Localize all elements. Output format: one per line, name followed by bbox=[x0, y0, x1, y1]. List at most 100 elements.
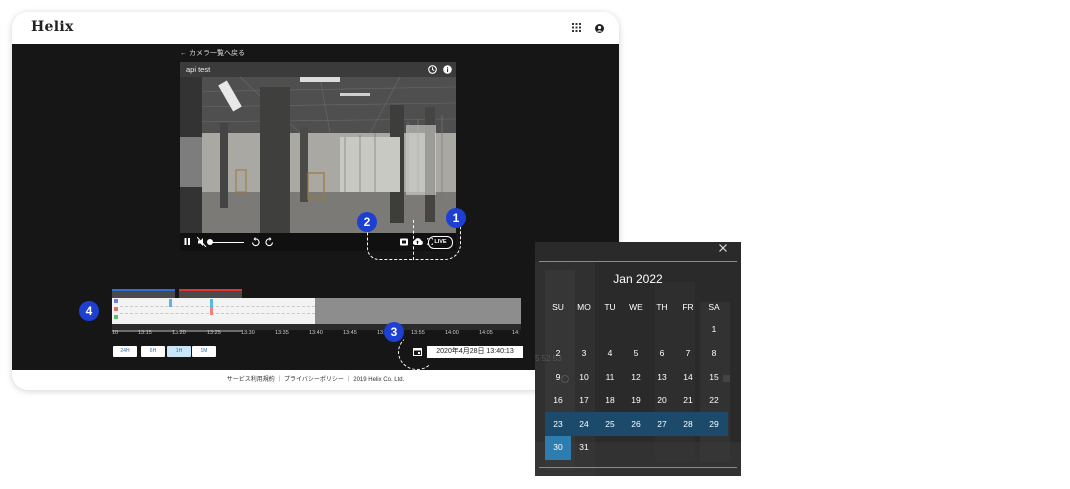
clock-icon[interactable] bbox=[428, 65, 437, 74]
calendar-day[interactable]: 30 bbox=[545, 442, 571, 452]
calendar-day[interactable]: 15 bbox=[701, 372, 727, 382]
info-icon[interactable] bbox=[443, 65, 452, 74]
annotation-badge-3: 3 bbox=[384, 322, 404, 342]
calendar-day[interactable]: 2 bbox=[545, 348, 571, 358]
calendar-day[interactable]: 20 bbox=[649, 395, 675, 405]
timeline-tick-label: 13:30 bbox=[241, 330, 255, 336]
calendar-day[interactable]: 5 bbox=[623, 348, 649, 358]
timeline-tick-label: 14:05 bbox=[479, 330, 493, 336]
timeline-tick-label: 13:45 bbox=[343, 330, 357, 336]
weekday-label: WE bbox=[629, 302, 643, 312]
weekday-label: FR bbox=[682, 302, 694, 312]
calendar-week-row: 30 31 bbox=[545, 442, 739, 462]
volume-slider[interactable] bbox=[208, 242, 244, 243]
grid-icon[interactable] bbox=[572, 23, 581, 32]
timeline-tick-label: 14: bbox=[512, 330, 520, 336]
back-to-camera-list-link[interactable]: ← カメラ一覧へ戻る bbox=[180, 48, 245, 58]
calendar-week-row: 16 17 18 19 20 21 22 bbox=[545, 395, 739, 415]
calendar-day[interactable]: 21 bbox=[675, 395, 701, 405]
calendar-day[interactable]: 19 bbox=[623, 395, 649, 405]
calendar-week-row: 1 bbox=[545, 324, 739, 344]
main-stage: ← カメラ一覧へ戻る api test LIVE 10 13:15 13:20 … bbox=[12, 44, 619, 370]
calendar-day[interactable]: 25 bbox=[597, 419, 623, 429]
account-icon[interactable] bbox=[595, 24, 604, 33]
helix-logo: Helix bbox=[31, 19, 74, 35]
calendar-divider bbox=[539, 467, 737, 468]
volume-muted-icon[interactable] bbox=[197, 237, 207, 247]
timeline-tick-label: 13:15 bbox=[138, 330, 152, 336]
calendar-week-row: 2 3 4 5 6 7 8 bbox=[545, 348, 739, 368]
annotation-badge-4: 4 bbox=[79, 301, 99, 321]
calendar-week-row: 23 24 25 26 27 28 29 bbox=[545, 419, 739, 439]
datetime-field[interactable]: 2020年4月28日 13:40:13 bbox=[427, 346, 523, 358]
calendar-month-title: Jan 2022 bbox=[613, 272, 663, 286]
calendar-day[interactable]: 10 bbox=[571, 372, 597, 382]
weekday-label: SA bbox=[708, 302, 720, 312]
timeline-row-icon bbox=[114, 307, 118, 311]
app-window: Helix ← カメラ一覧へ戻る api test LIVE 10 13:15 … bbox=[12, 12, 619, 390]
calendar-day[interactable]: 27 bbox=[649, 419, 675, 429]
timeline-tick-label: 10 bbox=[112, 330, 119, 336]
timeline-marker-blue bbox=[210, 299, 213, 307]
video-frame-image bbox=[180, 77, 456, 233]
timeline-marker-blue bbox=[169, 299, 172, 307]
top-bar: Helix bbox=[12, 12, 619, 44]
callout-outline-3 bbox=[398, 334, 436, 370]
camera-title: api test bbox=[186, 65, 211, 74]
calendar-day[interactable]: 18 bbox=[597, 395, 623, 405]
volume-slider-handle[interactable] bbox=[207, 239, 213, 245]
timeline-row-dashes bbox=[120, 313, 315, 314]
calendar-day[interactable]: 24 bbox=[571, 419, 597, 429]
timeline-tick-label: 13:20 bbox=[172, 330, 186, 336]
timeline-tick-label: 13:35 bbox=[275, 330, 289, 336]
pause-icon[interactable] bbox=[184, 238, 191, 246]
calendar-popup: Jan 2022 5 52 53 SU MO TU WE TH FR SA 1 … bbox=[535, 242, 741, 476]
weekday-label: SU bbox=[552, 302, 564, 312]
timeline-row-icon bbox=[114, 315, 118, 319]
range-button-1m[interactable]: 1M bbox=[192, 346, 216, 357]
close-icon[interactable] bbox=[719, 244, 727, 252]
calendar-day[interactable]: 31 bbox=[571, 442, 597, 452]
rewind-icon[interactable] bbox=[251, 237, 260, 247]
timeline-tick-label: 14:00 bbox=[445, 330, 459, 336]
calendar-day[interactable]: 3 bbox=[571, 348, 597, 358]
footer-links[interactable]: サービス利用規約 ｜ プライバシーポリシー ｜ 2019 Helix Co. L… bbox=[12, 370, 619, 390]
timeline-tick-label: 13:25 bbox=[207, 330, 221, 336]
range-button-1h[interactable]: 1H bbox=[167, 346, 191, 357]
calendar-day[interactable]: 23 bbox=[545, 419, 571, 429]
range-button-6h[interactable]: 6H bbox=[141, 346, 165, 357]
calendar-day[interactable]: 28 bbox=[675, 419, 701, 429]
weekday-label: TU bbox=[604, 302, 616, 312]
timeline-track[interactable] bbox=[112, 298, 521, 324]
calendar-day[interactable]: 22 bbox=[701, 395, 727, 405]
weekday-label: MO bbox=[577, 302, 591, 312]
camera-video[interactable] bbox=[180, 77, 456, 233]
timeline-future-region bbox=[315, 298, 521, 324]
calendar-day[interactable]: 9 bbox=[545, 372, 571, 382]
calendar-day[interactable]: 7 bbox=[675, 348, 701, 358]
timeline-marker-red bbox=[210, 307, 213, 315]
calendar-day[interactable]: 6 bbox=[649, 348, 675, 358]
annotation-badge-2: 2 bbox=[357, 212, 377, 232]
range-button-24h[interactable]: 24H bbox=[113, 346, 137, 357]
calendar-day[interactable]: 26 bbox=[623, 419, 649, 429]
calendar-day[interactable]: 16 bbox=[545, 395, 571, 405]
calendar-week-row: 9 10 11 12 13 14 15 bbox=[545, 372, 739, 392]
calendar-day[interactable]: 1 bbox=[701, 324, 727, 334]
annotation-badge-1: 1 bbox=[446, 208, 466, 228]
timeline-row-dashes bbox=[120, 306, 315, 307]
calendar-day[interactable]: 12 bbox=[623, 372, 649, 382]
calendar-day[interactable]: 29 bbox=[701, 419, 727, 429]
calendar-day[interactable]: 14 bbox=[675, 372, 701, 382]
calendar-day[interactable]: 4 bbox=[597, 348, 623, 358]
calendar-divider bbox=[539, 261, 737, 262]
timeline-row-icon bbox=[114, 299, 118, 303]
calendar-day[interactable]: 8 bbox=[701, 348, 727, 358]
calendar-weekday-header: SU MO TU WE TH FR SA bbox=[545, 302, 739, 322]
calendar-day[interactable]: 13 bbox=[649, 372, 675, 382]
calendar-day[interactable]: 17 bbox=[571, 395, 597, 405]
calendar-day[interactable]: 11 bbox=[597, 372, 623, 382]
forward-icon[interactable] bbox=[265, 237, 274, 247]
camera-title-bar: api test bbox=[180, 62, 456, 77]
weekday-label: TH bbox=[656, 302, 668, 312]
